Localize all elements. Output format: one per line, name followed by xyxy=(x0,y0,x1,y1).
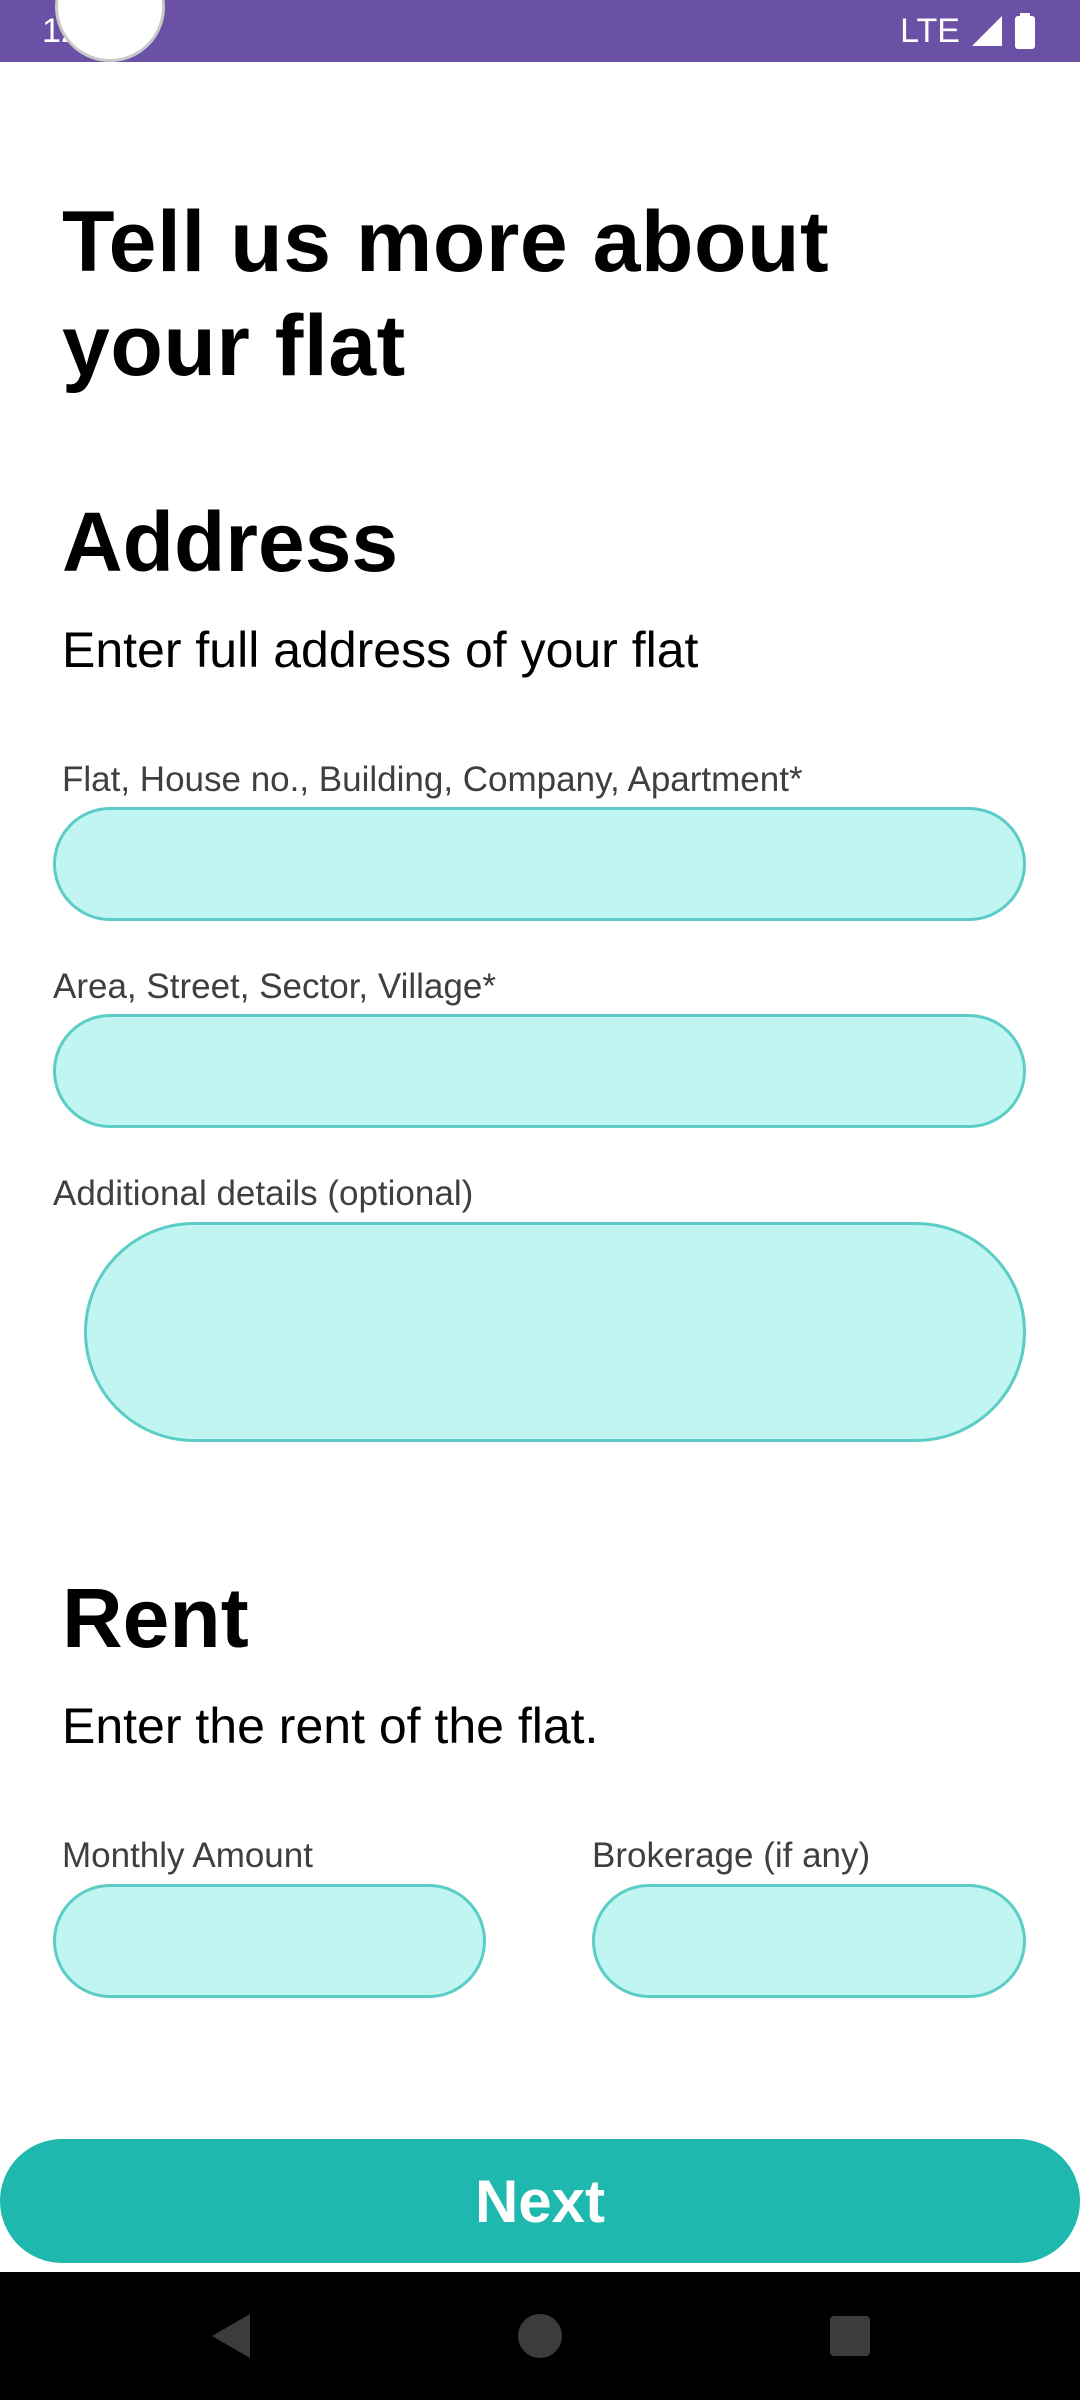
next-button[interactable]: Next xyxy=(0,2139,1080,2263)
brokerage-label: Brokerage (if any) xyxy=(592,1836,871,1875)
signal-icon xyxy=(970,14,1004,48)
network-type: LTE xyxy=(900,12,960,50)
monthly-amount-input[interactable] xyxy=(53,1884,486,1998)
address-line2-label: Area, Street, Sector, Village* xyxy=(53,967,496,1006)
additional-details-input[interactable] xyxy=(84,1222,1026,1442)
recents-icon[interactable] xyxy=(790,2272,910,2400)
brokerage-input[interactable] xyxy=(592,1884,1026,1998)
address-line2-input[interactable] xyxy=(53,1014,1026,1128)
page-title: Tell us more about your flat xyxy=(62,194,830,394)
address-heading: Address xyxy=(62,495,399,589)
home-icon[interactable] xyxy=(480,2272,600,2400)
rent-subtitle: Enter the rent of the flat. xyxy=(62,1698,599,1754)
navigation-bar xyxy=(0,2272,1080,2400)
status-indicators: LTE xyxy=(900,10,1036,52)
back-icon[interactable] xyxy=(170,2272,290,2400)
address-line1-label: Flat, House no., Building, Company, Apar… xyxy=(62,760,803,799)
rent-heading: Rent xyxy=(62,1571,249,1665)
address-line1-input[interactable] xyxy=(53,807,1026,921)
additional-details-label: Additional details (optional) xyxy=(53,1174,474,1213)
address-subtitle: Enter full address of your flat xyxy=(62,622,699,678)
monthly-amount-label: Monthly Amount xyxy=(62,1836,313,1875)
battery-icon xyxy=(1014,13,1036,49)
